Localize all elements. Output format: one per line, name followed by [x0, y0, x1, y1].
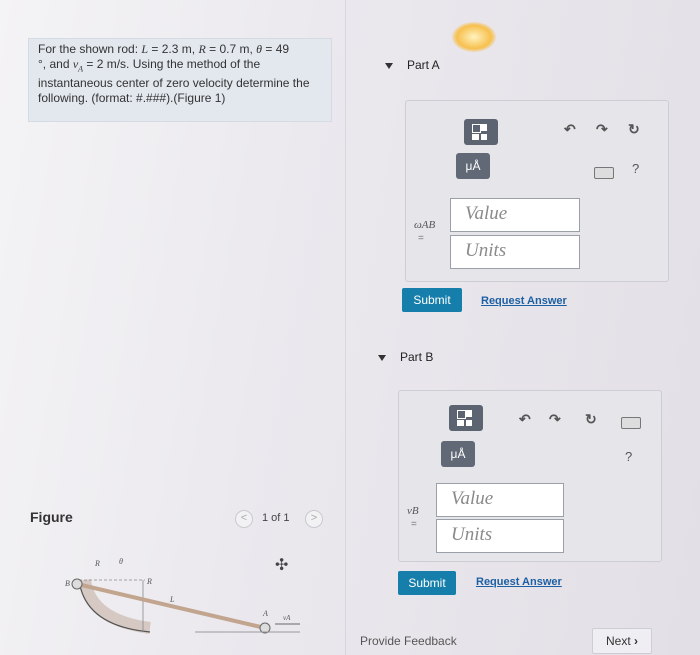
- units-symbol-button[interactable]: μÅ: [441, 441, 475, 467]
- provide-feedback-link[interactable]: Provide Feedback: [360, 634, 457, 648]
- variable-label: ωAB: [414, 219, 436, 231]
- reset-icon[interactable]: ↻: [628, 121, 640, 138]
- label-A: A: [262, 609, 268, 618]
- next-button[interactable]: Next ›: [592, 628, 652, 654]
- label-R-top: R: [94, 559, 100, 568]
- label-theta: θ: [119, 557, 123, 566]
- part-b-submit-button[interactable]: Submit: [398, 571, 456, 595]
- value-input[interactable]: Value: [436, 483, 564, 517]
- caret-down-icon: [378, 354, 386, 361]
- templates-button[interactable]: [464, 119, 498, 145]
- part-b-header[interactable]: Part B: [378, 350, 433, 364]
- part-b-title: Part B: [400, 350, 434, 364]
- units-input[interactable]: Units: [450, 235, 580, 269]
- part-a-answer-panel: μÅ ↶ ↷ ↻ ? ωAB = Value Units: [405, 100, 669, 282]
- help-button[interactable]: ?: [632, 161, 639, 176]
- column-divider: [345, 0, 346, 655]
- undo-icon[interactable]: ↶: [519, 411, 531, 428]
- redo-icon[interactable]: ↷: [549, 411, 561, 428]
- caret-down-icon: [385, 62, 393, 69]
- figure-page-count: 1 of 1: [262, 512, 290, 524]
- part-b-request-answer-link[interactable]: Request Answer: [476, 576, 562, 588]
- label-vA: vA: [283, 614, 291, 622]
- part-a-request-answer-link[interactable]: Request Answer: [481, 295, 567, 307]
- next-label: Next: [605, 634, 631, 648]
- variable-label: vB: [407, 505, 419, 517]
- part-a-submit-button[interactable]: Submit: [402, 288, 462, 312]
- part-b-answer-panel: μÅ ↶ ↷ ↻ ? vB = Value Units: [398, 390, 662, 562]
- help-button[interactable]: ?: [625, 449, 632, 464]
- label-R-side: R: [146, 577, 152, 586]
- reset-icon[interactable]: ↻: [585, 411, 597, 428]
- label-B: B: [65, 579, 70, 588]
- figure-heading: Figure: [30, 509, 73, 525]
- problem-text-5: following. (format: #.###).: [38, 91, 174, 106]
- value-vA: = 2 m/s.: [83, 57, 130, 71]
- chevron-right-icon: ›: [634, 634, 639, 648]
- chevron-right-icon[interactable]: >: [305, 510, 323, 528]
- keyboard-icon[interactable]: [594, 167, 614, 179]
- value-R: = 0.7 m,: [205, 42, 257, 56]
- label-L: L: [169, 595, 175, 604]
- redo-icon[interactable]: ↷: [596, 121, 608, 138]
- units-input[interactable]: Units: [436, 519, 564, 553]
- problem-text-1: For the shown rod:: [38, 42, 142, 56]
- equals-sign: =: [418, 233, 424, 244]
- value-L: = 2.3 m,: [148, 42, 199, 56]
- problem-text-4: instantaneous center of zero velocity de…: [38, 76, 310, 91]
- pin-B: [71, 578, 83, 590]
- problem-text-3: Using the method of the: [129, 57, 261, 71]
- units-symbol-button[interactable]: μÅ: [456, 153, 490, 179]
- problem-text-2: °, and: [38, 57, 73, 71]
- equals-sign: =: [411, 519, 417, 530]
- rod-figure: R θ B R L A vA ✣: [65, 555, 300, 634]
- part-a-header[interactable]: Part A: [385, 58, 440, 72]
- keyboard-icon[interactable]: [621, 417, 641, 429]
- light-glare: [452, 22, 496, 52]
- problem-statement: For the shown rod: L = 2.3 m, R = 0.7 m,…: [38, 42, 324, 106]
- symbol-R: R: [198, 42, 206, 56]
- value-theta: = 49: [262, 42, 290, 56]
- figure-pager: < 1 of 1 >: [235, 510, 325, 530]
- figure-link[interactable]: (Figure 1): [173, 91, 225, 105]
- cursor-icon: ✣: [275, 555, 288, 574]
- value-input[interactable]: Value: [450, 198, 580, 232]
- undo-icon[interactable]: ↶: [564, 121, 576, 138]
- templates-button[interactable]: [449, 405, 483, 431]
- chevron-left-icon[interactable]: <: [235, 510, 253, 528]
- part-a-title: Part A: [407, 58, 440, 72]
